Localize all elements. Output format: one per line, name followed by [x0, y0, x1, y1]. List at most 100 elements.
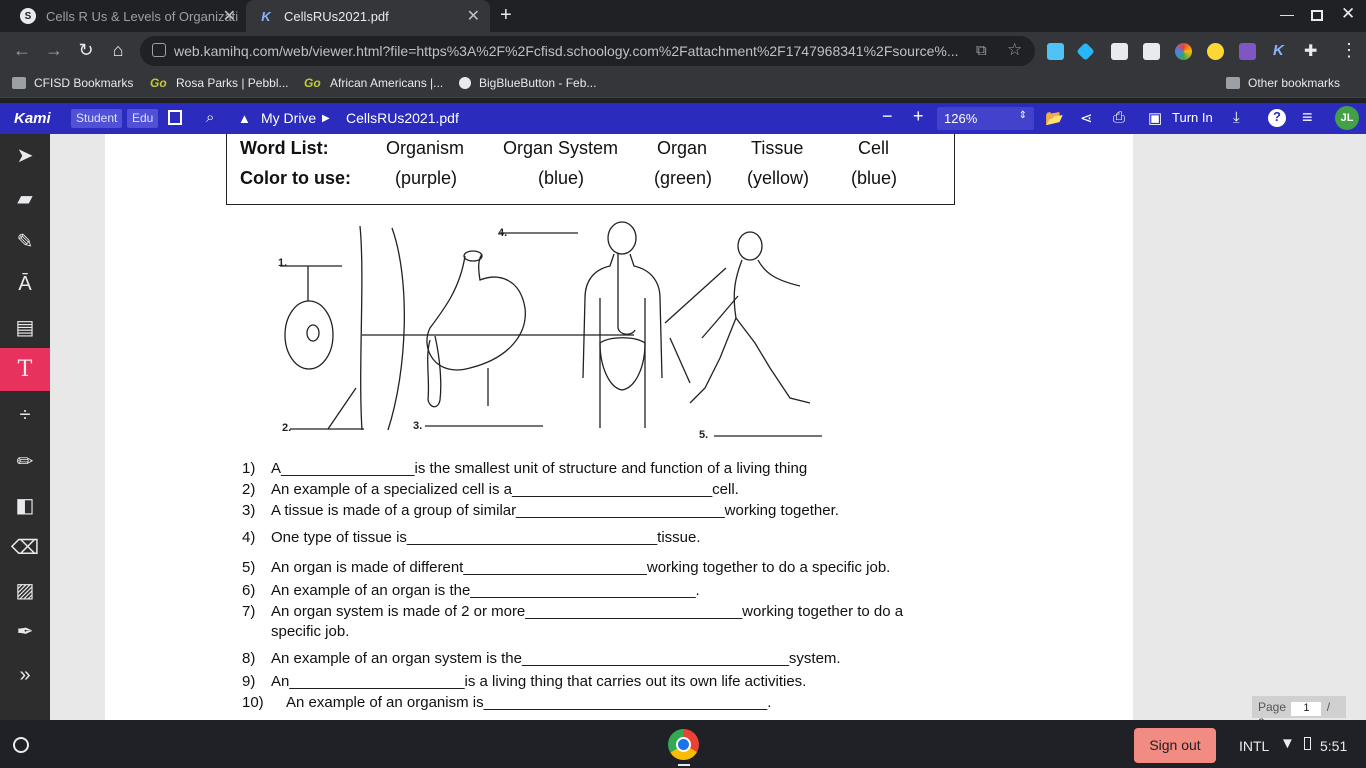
signature-tool-icon[interactable]: ✒ — [0, 610, 50, 653]
battery-icon[interactable] — [1304, 737, 1311, 750]
print-icon[interactable]: ⎙ — [1113, 109, 1125, 126]
wifi-icon[interactable]: ▼ — [1280, 735, 1295, 752]
question-10-number: 10) — [242, 694, 264, 711]
site-info-icon[interactable] — [152, 43, 166, 57]
drawing-tool-icon[interactable]: ✏ — [0, 440, 50, 483]
extension-drive-icon[interactable] — [1047, 43, 1064, 60]
ime-indicator[interactable]: INTL — [1239, 738, 1269, 754]
question-2-number: 2) — [242, 481, 256, 498]
color-blue-1: (blue) — [538, 168, 585, 188]
extension-pdf-icon[interactable] — [1239, 43, 1256, 60]
chrome-icon[interactable] — [668, 729, 699, 760]
share-icon[interactable]: ⋖ — [1080, 109, 1093, 127]
home-icon[interactable]: ⌂ — [106, 40, 130, 61]
open-folder-icon[interactable]: 📂 — [1045, 109, 1064, 127]
folder-icon — [12, 77, 26, 89]
markup-tool-icon[interactable]: Ā — [0, 263, 50, 306]
search-icon[interactable]: ⌕ — [206, 109, 214, 126]
address-bar[interactable]: web.kamihq.com/web/viewer.html?file=http… — [140, 36, 1035, 66]
runner-drawing — [689, 231, 811, 404]
save-icon[interactable]: ▣ — [1148, 109, 1162, 127]
image-tool-icon[interactable]: ▨ — [0, 569, 50, 612]
close-icon[interactable]: ✕ — [467, 6, 480, 26]
avatar[interactable]: JL — [1335, 106, 1359, 130]
extension-check-icon[interactable] — [1207, 43, 1224, 60]
bookmark-rosa-parks[interactable]: Go Rosa Parks | Pebbl... — [150, 76, 289, 90]
bookmark-label: Other bookmarks — [1248, 76, 1341, 90]
equation-tool-icon[interactable]: ÷ — [0, 394, 50, 437]
stomach-drawing — [426, 253, 526, 371]
download-icon[interactable]: ⤓ — [1233, 109, 1240, 126]
question-8-number: 8) — [242, 650, 256, 667]
breadcrumb-my-drive[interactable]: My Drive — [261, 110, 316, 126]
browser-tab-kami[interactable]: K CellsRUs2021.pdf ✕ — [246, 0, 490, 32]
expand-toolbar-icon[interactable]: » — [0, 654, 50, 697]
active-app-indicator — [678, 764, 690, 766]
maximize-icon[interactable] — [1311, 10, 1323, 21]
zoom-select[interactable]: 126% ⇕ — [937, 107, 1034, 130]
bookmark-bigbluebutton[interactable]: BigBlueButton - Feb... — [459, 76, 596, 90]
select-tool-icon[interactable]: ➤ — [0, 134, 50, 177]
extension-a-icon[interactable] — [1143, 43, 1160, 60]
shapes-tool-icon[interactable]: ◧ — [0, 484, 50, 527]
question-4-number: 4) — [242, 529, 256, 546]
extension-person-icon[interactable] — [1111, 43, 1128, 60]
url-text: web.kamihq.com/web/viewer.html?file=http… — [174, 43, 959, 59]
bookmark-african-americans[interactable]: Go African Americans |... — [304, 76, 443, 90]
forward-icon[interactable]: → — [42, 40, 66, 61]
page-number-input[interactable]: 1 — [1291, 702, 1322, 716]
bookmark-label: CFISD Bookmarks — [34, 76, 134, 90]
menu-icon[interactable]: ≡ — [1302, 107, 1313, 128]
extensions-puzzle-icon[interactable]: ✚ — [1304, 41, 1317, 61]
diagram-label-5: 5. — [699, 429, 708, 441]
question-7-number: 7) — [242, 603, 256, 620]
dictionary-tool-icon[interactable]: ▰ — [0, 177, 50, 220]
bigbluebutton-icon — [459, 77, 471, 89]
browser-menu-icon[interactable]: ⋮ — [1340, 40, 1358, 61]
bookmark-star-icon[interactable]: ☆ — [1007, 40, 1022, 60]
levels-of-organization-diagram: 1. 2. 3. 4. 5. — [278, 221, 822, 441]
tab-title: Cells R Us & Levels of Organizati — [46, 8, 239, 24]
close-icon[interactable]: ✕ — [223, 6, 236, 26]
extension-color-icon[interactable] — [1175, 43, 1192, 60]
read-aloud-tool-icon[interactable]: ✎ — [0, 220, 50, 263]
cell-drawing — [284, 300, 334, 370]
turn-in-button[interactable]: Turn In — [1172, 110, 1213, 125]
open-external-icon[interactable]: ⧉ — [976, 42, 987, 59]
question-9-number: 9) — [242, 673, 256, 690]
reload-icon[interactable]: ↻ — [74, 40, 98, 61]
clock[interactable]: 5:51 — [1320, 738, 1347, 754]
question-1-text: A________________is the smallest unit of… — [271, 460, 808, 477]
bookmark-label: Rosa Parks | Pebbl... — [176, 76, 289, 90]
bookmark-folder-cfisd[interactable]: CFISD Bookmarks — [12, 76, 133, 90]
comment-tool-icon[interactable]: ▤ — [0, 306, 50, 349]
sidebar-toggle-icon[interactable] — [168, 110, 182, 125]
text-box-tool-icon[interactable]: T — [0, 348, 50, 391]
zoom-out-icon[interactable]: − — [882, 106, 893, 127]
zoom-in-icon[interactable]: + — [913, 106, 924, 127]
launcher-icon[interactable] — [13, 737, 29, 753]
browser-tab-schoology[interactable]: S Cells R Us & Levels of Organizati ✕ — [8, 0, 246, 32]
window-close-icon[interactable]: ✕ — [1341, 4, 1355, 24]
question-6-number: 6) — [242, 582, 256, 599]
sign-out-button[interactable]: Sign out — [1134, 728, 1216, 763]
color-green: (green) — [654, 168, 713, 188]
extension-diamond-icon[interactable] — [1076, 42, 1095, 61]
question-8-text: An example of an organ system is the____… — [271, 650, 841, 667]
bookmark-other[interactable]: Other bookmarks — [1226, 76, 1340, 90]
drive-icon[interactable]: ▲ — [238, 111, 251, 126]
edu-badge: Edu — [127, 109, 159, 128]
question-5-text: An organ is made of different___________… — [271, 559, 891, 576]
help-icon[interactable]: ? — [1268, 109, 1286, 127]
minimize-icon[interactable]: — — [1280, 6, 1294, 22]
back-icon[interactable]: ← — [10, 40, 34, 61]
diagram-label-1: 1. — [278, 257, 287, 269]
question-6-text: An example of an organ is the___________… — [271, 582, 700, 599]
extension-kami-icon[interactable]: K — [1273, 42, 1284, 59]
new-tab-icon[interactable]: + — [500, 4, 512, 27]
question-4-text: One type of tissue is___________________… — [271, 529, 701, 546]
word-cell: Cell — [858, 138, 890, 158]
eraser-tool-icon[interactable]: ⌫ — [0, 526, 50, 569]
question-2-text: An example of a specialized cell is a___… — [271, 481, 739, 498]
kami-logo: Kami — [14, 110, 51, 127]
